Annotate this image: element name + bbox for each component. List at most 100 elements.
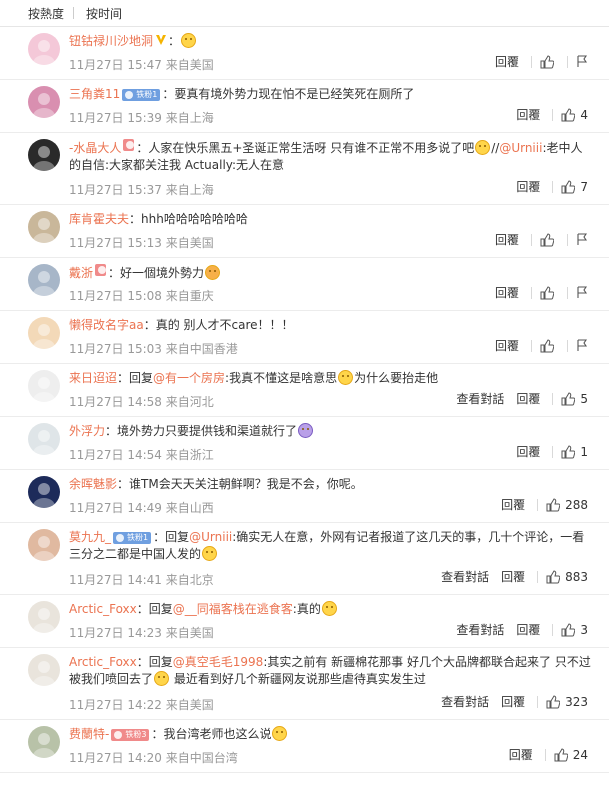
comment-actions: 查看對話 回覆 883 bbox=[441, 568, 588, 585]
mention-link[interactable]: @__同福客栈在逃食客 bbox=[173, 602, 293, 616]
user-avatar[interactable] bbox=[28, 726, 60, 758]
action-divider bbox=[552, 445, 554, 458]
sort-by-hot-tab[interactable]: 按熱度 bbox=[28, 5, 64, 22]
action-divider bbox=[552, 392, 554, 405]
like-button[interactable]: 883 bbox=[546, 570, 588, 584]
sort-by-time-tab[interactable]: 按时间 bbox=[86, 5, 122, 22]
user-avatar[interactable] bbox=[28, 601, 60, 633]
like-button[interactable]: 323 bbox=[546, 695, 588, 709]
like-button[interactable]: 7 bbox=[561, 180, 588, 194]
like-button[interactable]: 4 bbox=[561, 108, 588, 122]
thumbs-up-icon bbox=[540, 232, 555, 247]
report-flag-icon[interactable] bbox=[576, 339, 588, 352]
fan-badge: 铁粉1 bbox=[113, 532, 152, 544]
reply-button[interactable]: 回覆 bbox=[501, 568, 525, 585]
username-link[interactable]: 余晖魅影 bbox=[69, 477, 117, 491]
reply-button[interactable]: 回覆 bbox=[516, 390, 540, 407]
fan-badge: 铁粉1 bbox=[122, 89, 161, 101]
thumbs-up-icon bbox=[561, 444, 576, 459]
username-link[interactable]: 库肯霍夫夫 bbox=[69, 212, 129, 226]
username-link[interactable]: -水晶大人 bbox=[69, 141, 121, 155]
comment-timestamp: 11月27日 15:47 来自美国 bbox=[69, 58, 214, 72]
like-button[interactable]: 3 bbox=[561, 623, 588, 637]
action-divider bbox=[537, 695, 539, 708]
comment-timestamp: 11月27日 14:54 来自浙江 bbox=[69, 448, 214, 462]
username-link[interactable]: 外浮力 bbox=[69, 424, 105, 438]
mention-link[interactable]: @有一个房房 bbox=[153, 371, 225, 385]
like-button[interactable] bbox=[540, 54, 559, 69]
view-dialog-button[interactable]: 查看對話 bbox=[441, 568, 489, 585]
thumbs-up-icon bbox=[561, 107, 576, 122]
like-button[interactable] bbox=[540, 285, 559, 300]
user-avatar[interactable] bbox=[28, 86, 60, 118]
vip-badge-icon bbox=[155, 34, 168, 46]
action-divider bbox=[567, 55, 568, 68]
view-dialog-button[interactable]: 查看對話 bbox=[456, 390, 504, 407]
username-link[interactable]: 费蘭特- bbox=[69, 727, 109, 741]
comment-actions: 查看對話 回覆 5 bbox=[456, 390, 588, 407]
reply-button[interactable]: 回覆 bbox=[501, 693, 525, 710]
action-divider bbox=[552, 108, 554, 121]
like-count: 1 bbox=[580, 444, 588, 459]
like-button[interactable]: 5 bbox=[561, 392, 588, 406]
username-link[interactable]: 来日迢迢 bbox=[69, 371, 117, 385]
comment-text: ：境外势力只要提供钱和渠道就行了 bbox=[105, 424, 298, 438]
mention-link[interactable]: @真空毛毛1998 bbox=[173, 655, 264, 669]
user-avatar[interactable] bbox=[28, 370, 60, 402]
view-dialog-button[interactable]: 查看對話 bbox=[441, 693, 489, 710]
username-link[interactable]: 钮钴禄川沙地洞 bbox=[69, 34, 153, 48]
sort-bar: 按熱度 按时间 bbox=[0, 0, 609, 27]
reply-button[interactable]: 回覆 bbox=[516, 443, 540, 460]
user-avatar[interactable] bbox=[28, 317, 60, 349]
user-avatar[interactable] bbox=[28, 529, 60, 561]
comment-actions: 回覆 bbox=[495, 284, 588, 301]
fan-badge: 铁粉3 bbox=[111, 729, 150, 741]
username-link[interactable]: Arctic_Foxx bbox=[69, 655, 137, 669]
user-avatar[interactable] bbox=[28, 476, 60, 508]
comment-item: 钮钴禄川沙地洞 ： 11月27日 15:47 来自美国 回覆 bbox=[0, 27, 609, 80]
mention-link[interactable]: @Urniii bbox=[499, 141, 542, 155]
comment-item: 余晖魅影：谁TM会天天关注朝鲜啊？我是不会，你呢。 11月27日 14:49 来自… bbox=[0, 470, 609, 523]
username-link[interactable]: 莫九九_ bbox=[69, 530, 111, 544]
reply-button[interactable]: 回覆 bbox=[501, 496, 525, 513]
reply-button[interactable]: 回覆 bbox=[495, 337, 519, 354]
user-avatar[interactable] bbox=[28, 211, 60, 243]
user-avatar[interactable] bbox=[28, 423, 60, 455]
report-flag-icon[interactable] bbox=[576, 286, 588, 299]
angry-emoji-icon bbox=[205, 265, 221, 280]
like-button[interactable] bbox=[540, 232, 559, 247]
user-avatar[interactable] bbox=[28, 264, 60, 296]
like-button[interactable]: 24 bbox=[554, 748, 588, 762]
comment-actions: 查看對話 回覆 323 bbox=[441, 693, 588, 710]
reply-button[interactable]: 回覆 bbox=[516, 621, 540, 638]
username-link[interactable]: 戴浙 bbox=[69, 266, 93, 280]
comment-body: 余晖魅影：谁TM会天天关注朝鲜啊？我是不会，你呢。 bbox=[69, 476, 591, 493]
report-flag-icon[interactable] bbox=[576, 233, 588, 246]
username-link[interactable]: 三角粪11 bbox=[69, 87, 120, 101]
comment-body: Arctic_Foxx：回复@真空毛毛1998:其实之前有 新疆棉花那事 好几个… bbox=[69, 654, 591, 688]
reply-button[interactable]: 回覆 bbox=[516, 106, 540, 123]
reply-button[interactable]: 回覆 bbox=[509, 746, 533, 763]
action-divider bbox=[537, 498, 539, 511]
reply-button[interactable]: 回覆 bbox=[516, 178, 540, 195]
action-divider bbox=[531, 286, 532, 299]
user-avatar[interactable] bbox=[28, 33, 60, 65]
like-button[interactable] bbox=[540, 338, 559, 353]
comment-body: 莫九九_ 铁粉1 ：回复@Urniii:确实无人在意，外网有记者报道了这几天的事，几… bbox=[69, 529, 591, 563]
reply-button[interactable]: 回覆 bbox=[495, 284, 519, 301]
user-avatar[interactable] bbox=[28, 139, 60, 171]
username-link[interactable]: Arctic_Foxx bbox=[69, 602, 137, 616]
reply-button[interactable]: 回覆 bbox=[495, 53, 519, 70]
like-button[interactable]: 288 bbox=[546, 498, 588, 512]
reply-button[interactable]: 回覆 bbox=[495, 231, 519, 248]
user-avatar[interactable] bbox=[28, 654, 60, 686]
comment-item: 外浮力：境外势力只要提供钱和渠道就行了 11月27日 14:54 来自浙江 回覆 1 bbox=[0, 417, 609, 470]
comment-text: ：hhh哈哈哈哈哈哈哈 bbox=[129, 212, 248, 226]
view-dialog-button[interactable]: 查看對話 bbox=[456, 621, 504, 638]
username-link[interactable]: 懒得改名字aa bbox=[69, 318, 144, 332]
mention-link[interactable]: @Urniii bbox=[189, 530, 232, 544]
comment-item: 库肯霍夫夫：hhh哈哈哈哈哈哈哈 11月27日 15:13 来自美国 回覆 bbox=[0, 205, 609, 258]
comment-item: 戴浙 ：好一個境外勢力 11月27日 15:08 来自重庆 回覆 bbox=[0, 258, 609, 311]
like-button[interactable]: 1 bbox=[561, 445, 588, 459]
report-flag-icon[interactable] bbox=[576, 55, 588, 68]
